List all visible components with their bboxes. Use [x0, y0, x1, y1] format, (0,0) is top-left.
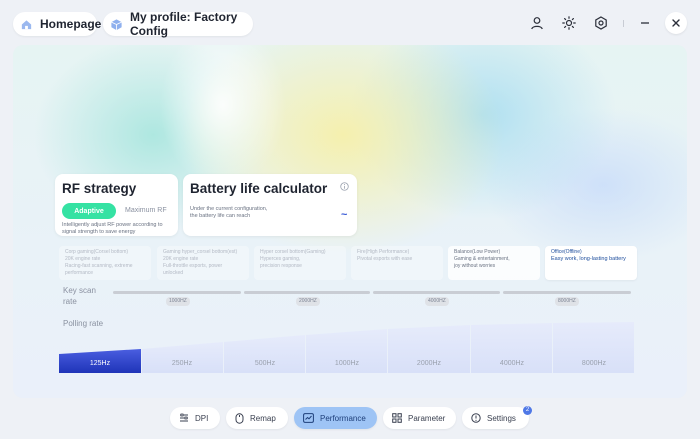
nav-performance-label: Performance	[320, 413, 366, 423]
lighting-button[interactable]	[558, 12, 580, 34]
nav-remap-label: Remap	[250, 413, 276, 423]
info-icon[interactable]	[340, 182, 349, 191]
mode-card[interactable]: Fire(High Performance) Pivotal esports w…	[351, 246, 443, 280]
mode-line: joy without worries	[454, 263, 496, 269]
polling-option[interactable]: 1000Hz	[306, 360, 388, 367]
mode-card[interactable]: Hyper corsel bottom(Gaming) Hyperces gam…	[254, 246, 346, 280]
mode-name: Gaming hyper_corsel bottom(est)	[163, 249, 238, 255]
mode-line: Gaming & entertainment,	[454, 256, 510, 262]
minus-icon	[641, 22, 649, 24]
user-icon	[531, 17, 543, 30]
mode-card[interactable]: Gaming hyper_corsel bottom(est) 20K engi…	[157, 246, 249, 280]
mouse-icon	[235, 412, 244, 424]
rf-strategy-title: RF strategy	[62, 181, 137, 196]
mode-line: 20K engine rate	[65, 256, 101, 262]
mode-name: Balance(Low Power)	[454, 249, 501, 255]
rf-option-adaptive[interactable]: Adaptive	[62, 203, 116, 219]
settings-icon	[471, 413, 481, 423]
nav-parameter[interactable]: Parameter	[383, 407, 456, 429]
homepage-label: Homepage	[40, 17, 102, 31]
battery-description-1: Under the current configuration,	[190, 206, 268, 212]
polling-bar[interactable]	[224, 335, 305, 373]
mode-name: Fire(High Performance)	[357, 249, 410, 255]
nav-performance[interactable]: Performance	[294, 407, 377, 429]
mode-line: unlocked	[163, 270, 184, 276]
device-settings-button[interactable]	[590, 12, 612, 34]
close-icon	[672, 19, 680, 27]
polling-option-selected[interactable]: 125Hz	[59, 360, 141, 367]
mode-line: Pivotal esports with ease	[357, 256, 413, 262]
mode-line: precision response	[260, 263, 302, 269]
mode-name: Corp gaming(Corsel bottom)	[65, 249, 129, 255]
polling-option[interactable]: 8000Hz	[553, 360, 635, 367]
close-button[interactable]	[665, 12, 687, 34]
polling-bar[interactable]	[142, 342, 223, 373]
battery-description-2: the battery life can reach	[190, 213, 251, 219]
key-scan-segment[interactable]	[503, 291, 631, 294]
mode-name: Office(Offline)	[551, 249, 582, 255]
sliders-icon	[180, 413, 188, 422]
grid-icon	[392, 413, 402, 423]
cube-icon	[111, 18, 122, 30]
key-scan-tick[interactable]: 1000HZ	[166, 297, 190, 306]
key-scan-label-1: Key scan	[63, 286, 96, 295]
key-scan-segment[interactable]	[244, 291, 370, 294]
settings-notification-badge: 2	[523, 406, 532, 415]
account-button[interactable]	[526, 12, 548, 34]
mode-line: performance	[65, 270, 94, 276]
battery-value: ~	[341, 209, 348, 221]
nav-parameter-label: Parameter	[408, 413, 446, 423]
hexagon-gear-icon	[595, 16, 607, 30]
mode-card-selected[interactable]: Office(Offline) Easy work, long-lasting …	[545, 246, 637, 280]
polling-option[interactable]: 250Hz	[141, 360, 223, 367]
nav-settings[interactable]: Settings	[462, 407, 529, 429]
key-scan-tick[interactable]: 2000HZ	[296, 297, 320, 306]
home-icon	[21, 19, 32, 29]
header-divider	[623, 20, 624, 27]
mode-card[interactable]: Corp gaming(Corsel bottom) 20K engine ra…	[59, 246, 151, 280]
sun-icon	[562, 16, 576, 30]
key-scan-label-2: rate	[63, 297, 77, 306]
mode-name: Hyper corsel bottom(Gaming)	[260, 249, 326, 255]
mode-line: Easy work, long-lasting battery	[551, 256, 626, 262]
nav-dpi-label: DPI	[195, 413, 209, 423]
battery-calculator-card: Battery life calculator Under the curren…	[183, 174, 357, 236]
key-scan-tick[interactable]: 4000HZ	[425, 297, 449, 306]
rf-strategy-card: RF strategy Adaptive Maximum RF Intellig…	[55, 174, 178, 236]
rf-strategy-description-2: signal strength to save energy	[62, 229, 136, 235]
rf-option-maximum[interactable]: Maximum RF	[125, 203, 167, 219]
polling-option[interactable]: 500Hz	[224, 360, 306, 367]
minimize-button[interactable]	[634, 12, 656, 34]
homepage-button[interactable]: Homepage	[13, 12, 101, 36]
nav-dpi[interactable]: DPI	[170, 407, 220, 429]
key-scan-tick[interactable]: 8000HZ	[555, 297, 579, 306]
mode-line: 20K engine rate	[163, 256, 199, 262]
battery-title: Battery life calculator	[190, 181, 328, 196]
mode-line: Racing-fast scanning, extreme	[65, 263, 133, 269]
nav-remap[interactable]: Remap	[226, 407, 288, 429]
mode-card[interactable]: Balance(Low Power) Gaming & entertainmen…	[448, 246, 540, 280]
mode-line: Hyperces gaming,	[260, 256, 301, 262]
profile-selector[interactable]: My profile: Factory Config	[103, 10, 253, 38]
mode-line: Full-throttle esports, power	[163, 263, 223, 269]
profile-label: My profile: Factory Config	[130, 10, 238, 38]
key-scan-segment[interactable]	[113, 291, 241, 294]
nav-settings-label: Settings	[487, 413, 516, 423]
polling-option[interactable]: 2000Hz	[388, 360, 470, 367]
rf-strategy-description-1: Intelligently adjust RF power according …	[62, 222, 163, 228]
key-scan-segment[interactable]	[373, 291, 500, 294]
polling-option[interactable]: 4000Hz	[471, 360, 553, 367]
performance-icon	[303, 413, 314, 423]
